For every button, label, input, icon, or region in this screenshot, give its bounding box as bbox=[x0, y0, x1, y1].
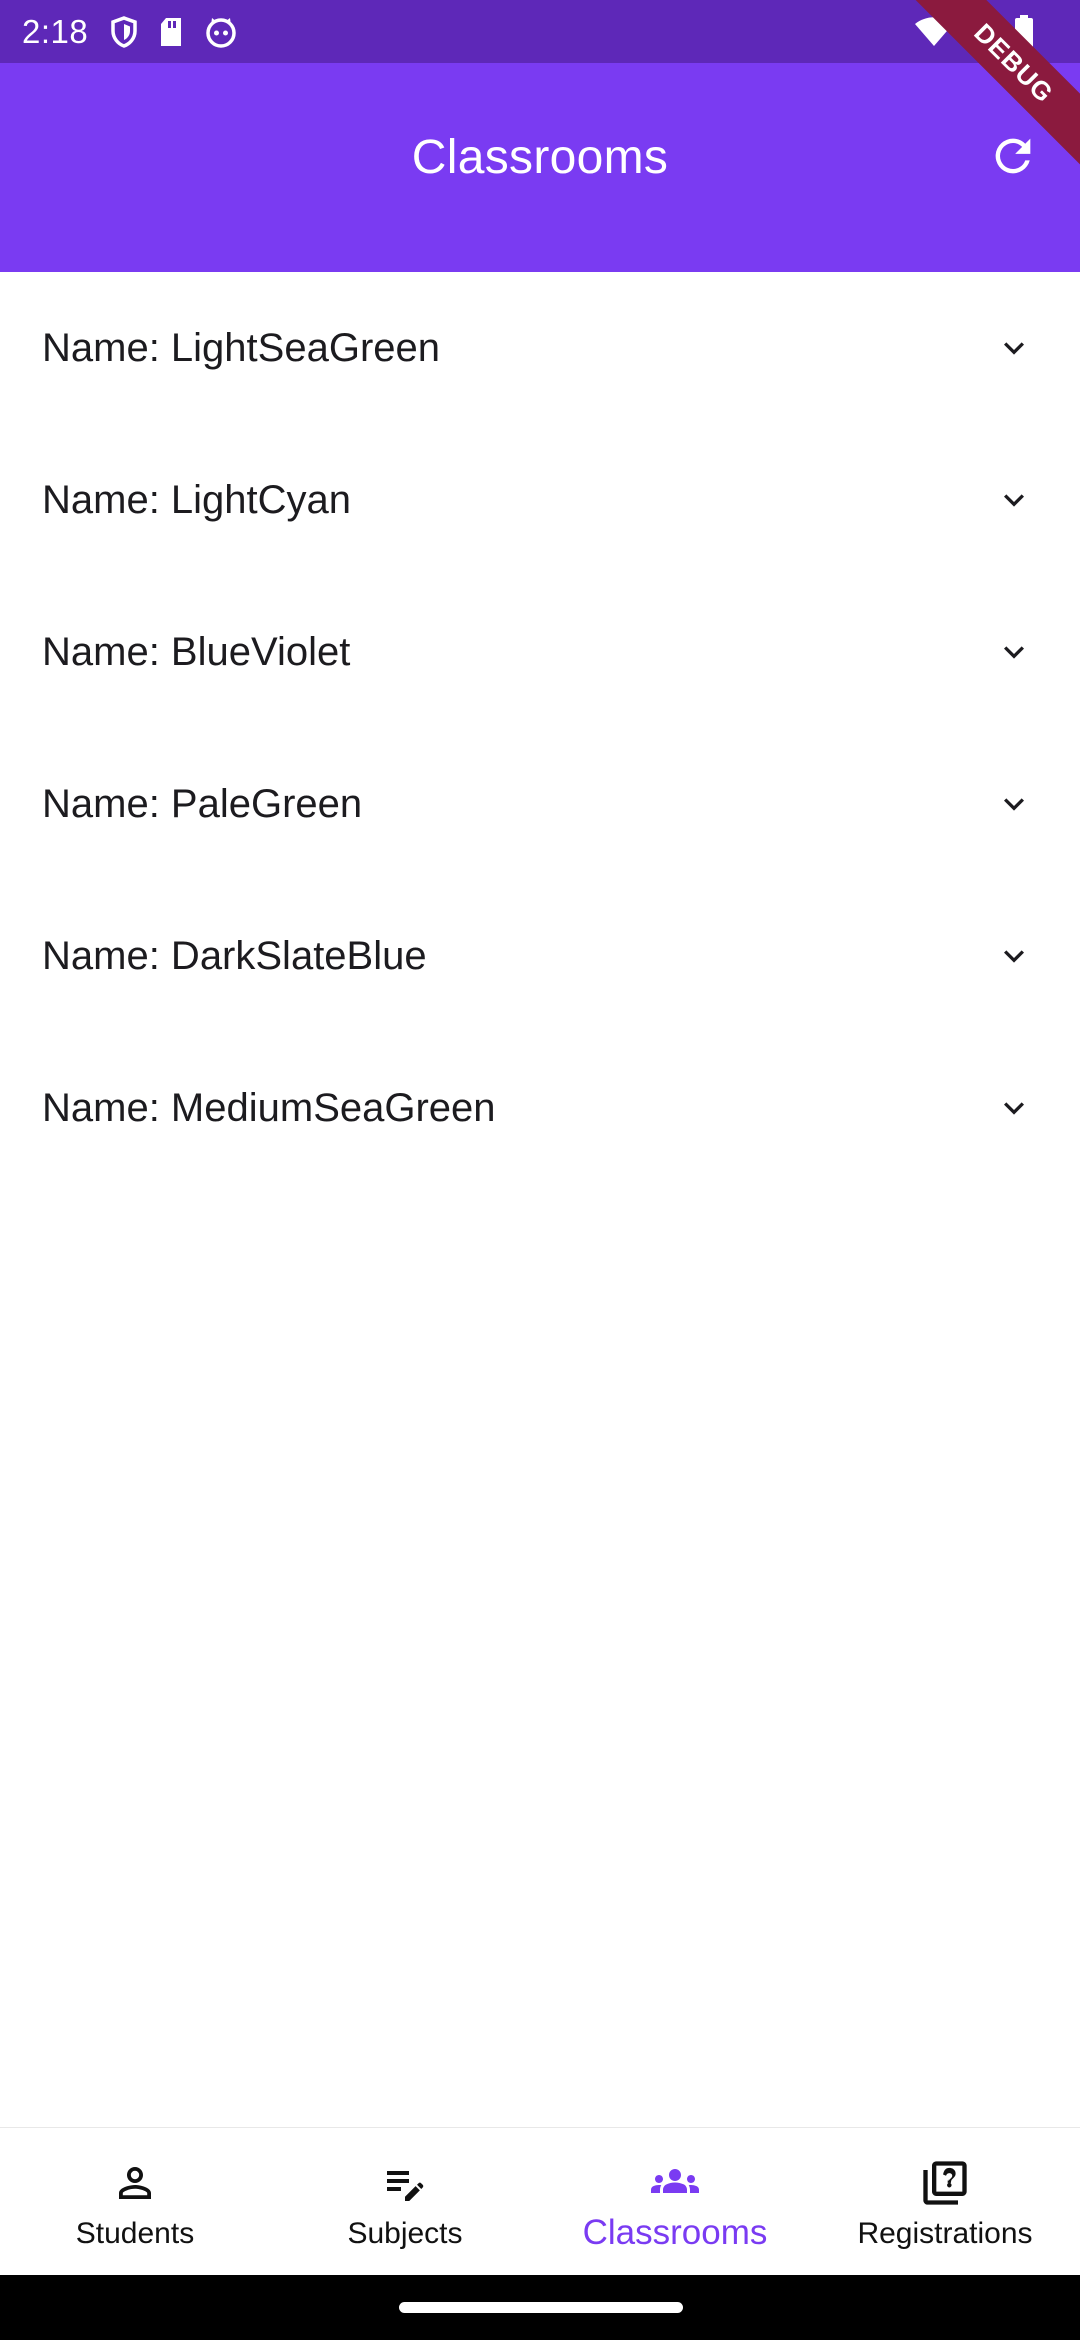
chevron-down-icon[interactable] bbox=[984, 1078, 1044, 1138]
person-icon bbox=[111, 2153, 159, 2213]
chevron-down-icon[interactable] bbox=[984, 470, 1044, 530]
chevron-down-icon[interactable] bbox=[984, 926, 1044, 986]
chevron-down-icon[interactable] bbox=[984, 622, 1044, 682]
wifi-icon bbox=[914, 16, 954, 48]
refresh-icon bbox=[987, 130, 1039, 186]
nav-item-students[interactable]: Students bbox=[0, 2128, 270, 2275]
nav-label-classrooms: Classrooms bbox=[582, 2212, 768, 2252]
battery-icon bbox=[1014, 14, 1034, 49]
list-item-label: Name: MediumSeaGreen bbox=[42, 1085, 496, 1130]
system-nav-bar bbox=[0, 2275, 1080, 2340]
nav-label-students: Students bbox=[75, 2216, 195, 2250]
bottom-nav: Students Subjects Classrooms Registratio… bbox=[0, 2127, 1080, 2275]
quiz-icon bbox=[919, 2153, 971, 2213]
sd-card-icon bbox=[158, 16, 184, 48]
status-time: 2:18 bbox=[22, 12, 89, 50]
app-bar: Classrooms bbox=[0, 63, 1080, 272]
shield-icon bbox=[110, 15, 138, 48]
list-item[interactable]: Name: MediumSeaGreen bbox=[0, 1032, 1080, 1184]
nav-item-subjects[interactable]: Subjects bbox=[270, 2128, 540, 2275]
list-item-label: Name: BlueViolet bbox=[42, 629, 351, 674]
list-item-label: Name: DarkSlateBlue bbox=[42, 933, 427, 978]
list-item[interactable]: Name: LightCyan bbox=[0, 424, 1080, 576]
edit-list-icon bbox=[381, 2153, 429, 2213]
refresh-button[interactable] bbox=[978, 123, 1048, 193]
status-left-icons bbox=[110, 15, 238, 48]
home-indicator[interactable] bbox=[399, 2302, 683, 2313]
chevron-down-icon[interactable] bbox=[984, 774, 1044, 834]
list-item-label: Name: LightSeaGreen bbox=[42, 325, 441, 370]
nav-label-subjects: Subjects bbox=[347, 2216, 463, 2250]
list-item[interactable]: Name: LightSeaGreen bbox=[0, 272, 1080, 424]
list-item[interactable]: Name: BlueViolet bbox=[0, 576, 1080, 728]
chevron-down-icon[interactable] bbox=[984, 318, 1044, 378]
classroom-list: Name: LightSeaGreen Name: LightCyan Name… bbox=[0, 272, 1080, 1184]
list-item-label: Name: LightCyan bbox=[42, 477, 352, 522]
nav-label-registrations: Registrations bbox=[857, 2216, 1033, 2250]
list-item-label: Name: PaleGreen bbox=[42, 781, 363, 826]
list-item[interactable]: Name: DarkSlateBlue bbox=[0, 880, 1080, 1032]
signal-icon bbox=[968, 16, 1000, 48]
cat-icon bbox=[204, 16, 238, 48]
nav-item-classrooms[interactable]: Classrooms bbox=[540, 2128, 810, 2275]
page-title: Classrooms bbox=[411, 131, 669, 184]
nav-item-registrations[interactable]: Registrations bbox=[810, 2128, 1080, 2275]
groups-icon bbox=[644, 2151, 706, 2211]
list-item[interactable]: Name: PaleGreen bbox=[0, 728, 1080, 880]
